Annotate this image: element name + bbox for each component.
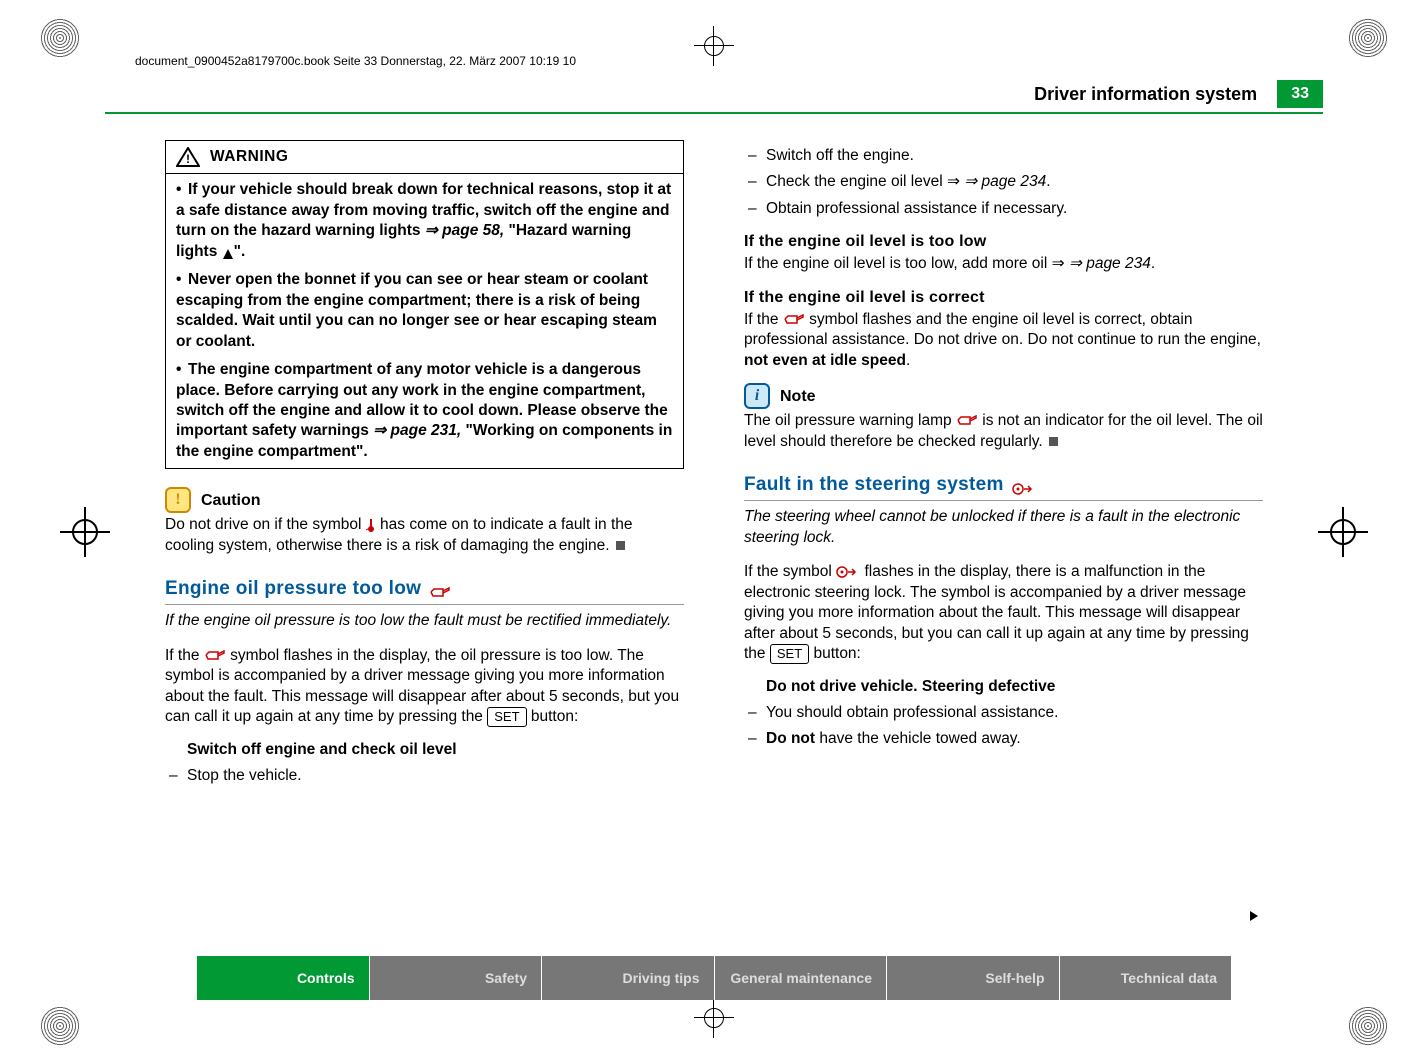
set-button-key: SET xyxy=(487,707,526,726)
oil-message: Switch off engine and check oil level xyxy=(165,740,684,760)
steering-lock-icon xyxy=(1012,478,1036,492)
thermometer-icon xyxy=(366,518,376,532)
nav-driving-tips[interactable]: Driving tips xyxy=(542,956,715,1000)
steering-para-1: If the symbol flashes in the display, th… xyxy=(744,562,1263,664)
step-steering-assistance: You should obtain professional assistanc… xyxy=(744,703,1263,723)
para-oil-too-low: If the engine oil level is too low, add … xyxy=(744,254,1263,274)
para-oil-correct: If the symbol flashes and the engine oil… xyxy=(744,310,1263,371)
caution-title: Caution xyxy=(201,490,261,511)
nav-safety[interactable]: Safety xyxy=(370,956,543,1000)
steering-message: Do not drive vehicle. Steering defective xyxy=(744,677,1263,697)
oil-steps: Stop the vehicle. xyxy=(165,766,684,786)
printer-mark-tr xyxy=(1348,18,1388,58)
warning-item-2: •Never open the bonnet if you can see or… xyxy=(176,270,673,352)
oil-paragraph-1: If the symbol flashes in the display, th… xyxy=(165,646,684,728)
steering-lock-icon xyxy=(836,565,860,579)
section-steering-subtitle: The steering wheel cannot be unlocked if… xyxy=(744,507,1263,548)
content-area: ! WARNING •If your vehicle should break … xyxy=(105,114,1323,793)
warning-item-1: •If your vehicle should break down for t… xyxy=(176,180,673,262)
oil-can-icon xyxy=(204,649,226,663)
page-number: 33 xyxy=(1277,80,1323,108)
step-switch-off: Switch off the engine. xyxy=(744,146,1263,166)
caution-text: Do not drive on if the symbol has come o… xyxy=(165,515,684,556)
note-header: i Note xyxy=(744,383,1263,409)
printer-mark-bl xyxy=(40,1006,80,1046)
page-header: Driver information system 33 xyxy=(105,80,1323,114)
caution-icon: ! xyxy=(165,487,191,513)
nav-self-help[interactable]: Self-help xyxy=(887,956,1060,1000)
page-container: document_0900452a8179700c.book Seite 33 … xyxy=(105,50,1323,1014)
warning-header: ! WARNING xyxy=(166,141,683,174)
section-steering-title: Fault in the steering system xyxy=(744,472,1263,501)
step-stop-vehicle: Stop the vehicle. xyxy=(165,766,684,786)
oil-can-icon xyxy=(956,414,978,428)
nav-technical-data[interactable]: Technical data xyxy=(1060,956,1232,1000)
registration-mark-right xyxy=(1318,507,1368,557)
warning-title: WARNING xyxy=(210,147,288,167)
note-text: The oil pressure warning lamp is not an … xyxy=(744,411,1263,452)
section-oil-subtitle: If the engine oil pressure is too low th… xyxy=(165,611,684,631)
note-title: Note xyxy=(780,386,816,407)
caution-header: ! Caution xyxy=(165,487,684,513)
printer-mark-br xyxy=(1348,1006,1388,1046)
warning-box: ! WARNING •If your vehicle should break … xyxy=(165,140,684,469)
heading-oil-too-low: If the engine oil level is too low xyxy=(744,231,1263,252)
registration-mark-left xyxy=(60,507,110,557)
end-mark-icon xyxy=(1049,437,1058,446)
oil-can-icon xyxy=(783,313,805,327)
oil-can-icon xyxy=(429,582,451,596)
warning-triangle-icon: ! xyxy=(176,147,200,167)
nav-controls[interactable]: Controls xyxy=(197,956,370,1000)
section-oil-pressure-title: Engine oil pressure too low xyxy=(165,576,684,605)
end-mark-icon xyxy=(616,541,625,550)
steering-steps: You should obtain professional assistanc… xyxy=(744,703,1263,750)
step-check-oil: Check the engine oil level ⇒ ⇒ page 234. xyxy=(744,172,1263,192)
left-column: ! WARNING •If your vehicle should break … xyxy=(165,140,684,793)
hazard-triangle-icon xyxy=(222,246,234,258)
continue-arrow-icon xyxy=(1247,909,1261,928)
printer-mark-tl xyxy=(40,18,80,58)
set-button-key: SET xyxy=(770,644,809,663)
step-steering-tow: Do not have the vehicle towed away. xyxy=(744,729,1263,749)
svg-text:!: ! xyxy=(186,152,190,166)
step-assistance: Obtain professional assistance if necess… xyxy=(744,199,1263,219)
heading-oil-correct: If the engine oil level is correct xyxy=(744,287,1263,308)
note-icon: i xyxy=(744,383,770,409)
warning-item-3: •The engine compartment of any motor veh… xyxy=(176,360,673,462)
footer-nav: Controls Safety Driving tips General mai… xyxy=(197,956,1231,1000)
oil-steps-continued: Switch off the engine. Check the engine … xyxy=(744,146,1263,219)
nav-general-maintenance[interactable]: General maintenance xyxy=(715,956,888,1000)
warning-body: •If your vehicle should break down for t… xyxy=(166,174,683,468)
right-column: Switch off the engine. Check the engine … xyxy=(744,140,1263,793)
document-header-line: document_0900452a8179700c.book Seite 33 … xyxy=(105,50,1323,80)
section-name: Driver information system xyxy=(1034,84,1257,105)
